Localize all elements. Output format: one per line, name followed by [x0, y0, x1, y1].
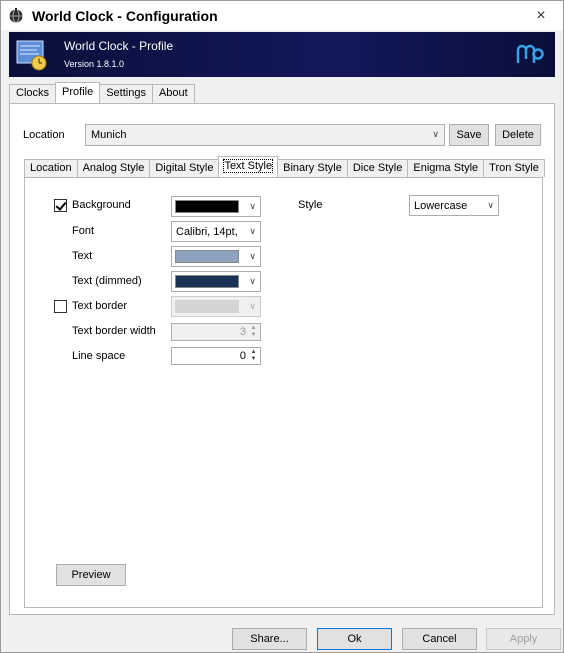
- text-border-color-swatch: [175, 300, 239, 313]
- subtab-tron-style[interactable]: Tron Style: [483, 159, 545, 177]
- main-tab-strip: Clocks Profile Settings About: [9, 82, 195, 103]
- save-button[interactable]: Save: [449, 124, 489, 146]
- banner-title: World Clock - Profile: [64, 39, 174, 53]
- chevron-down-icon: ∨: [432, 129, 439, 139]
- line-space-spinner[interactable]: 0 ▲ ▼: [171, 347, 261, 365]
- text-dimmed-label: Text (dimmed): [72, 275, 142, 287]
- subtab-binary-style[interactable]: Binary Style: [277, 159, 348, 177]
- text-dimmed-color-swatch: [175, 275, 239, 288]
- spinner-arrows-icon[interactable]: ▲ ▼: [248, 349, 259, 363]
- window-title: World Clock - Configuration: [32, 7, 218, 24]
- tab-about[interactable]: About: [151, 84, 195, 103]
- preview-button[interactable]: Preview: [56, 564, 126, 586]
- tab-settings[interactable]: Settings: [99, 84, 153, 103]
- cancel-button[interactable]: Cancel: [402, 628, 477, 650]
- style-tab-strip: Location Analog Style Digital Style Text…: [24, 156, 545, 177]
- profile-panel: Location Munich ∨ Save Delete Location A…: [9, 103, 555, 615]
- chevron-down-icon: ∨: [487, 200, 494, 210]
- background-color-swatch: [175, 200, 239, 213]
- background-color-select[interactable]: ∨: [171, 196, 261, 217]
- spinner-arrows-icon[interactable]: ▲ ▼: [248, 325, 259, 339]
- location-select[interactable]: Munich ∨: [85, 124, 445, 146]
- delete-button[interactable]: Delete: [495, 124, 541, 146]
- text-border-width-value: 3: [239, 326, 246, 338]
- text-label: Text: [72, 250, 93, 262]
- tab-profile[interactable]: Profile: [55, 82, 101, 103]
- text-border-width-spinner[interactable]: 3 ▲ ▼: [171, 323, 261, 341]
- location-label: Location: [23, 129, 65, 141]
- title-bar: World Clock - Configuration ×: [1, 1, 563, 30]
- tab-clocks[interactable]: Clocks: [9, 84, 57, 103]
- chevron-down-icon: ∨: [249, 226, 256, 236]
- font-label: Font: [72, 225, 95, 237]
- style-select[interactable]: Lowercase ∨: [409, 195, 499, 216]
- subtab-digital-style[interactable]: Digital Style: [149, 159, 220, 177]
- subtab-analog-style[interactable]: Analog Style: [76, 159, 151, 177]
- text-border-label: Text border: [72, 300, 128, 312]
- subtab-dice-style[interactable]: Dice Style: [346, 159, 409, 177]
- text-color-swatch: [175, 250, 239, 263]
- mp-logo-icon: [516, 44, 544, 63]
- chevron-down-icon: ∨: [249, 276, 256, 286]
- text-color-select[interactable]: ∨: [171, 246, 261, 267]
- close-icon[interactable]: ×: [519, 1, 563, 30]
- subtab-text-style[interactable]: Text Style: [218, 156, 279, 177]
- text-border-color-select[interactable]: ∨: [171, 296, 261, 317]
- world-clock-app-icon: [9, 7, 23, 23]
- chevron-down-icon: ∨: [249, 301, 256, 311]
- style-label: Style: [298, 199, 323, 211]
- font-select[interactable]: Calibri, 14pt, ∨: [171, 221, 261, 242]
- banner-version: Version 1.8.1.0: [64, 59, 125, 69]
- ok-button[interactable]: Ok: [317, 628, 392, 650]
- profile-banner: World Clock - Profile Version 1.8.1.0: [9, 32, 555, 77]
- chevron-down-icon: ∨: [249, 251, 256, 261]
- line-space-value: 0: [239, 350, 246, 362]
- font-value: Calibri, 14pt,: [176, 226, 238, 238]
- profile-clock-icon: [16, 40, 47, 71]
- subtab-location[interactable]: Location: [24, 159, 78, 177]
- background-label: Background: [72, 199, 131, 211]
- text-style-panel: Background ∨ Style Lowercase ∨ Font Cali…: [24, 177, 543, 608]
- subtab-enigma-style[interactable]: Enigma Style: [407, 159, 485, 177]
- share-button[interactable]: Share...: [232, 628, 307, 650]
- text-dimmed-color-select[interactable]: ∨: [171, 271, 261, 292]
- text-border-checkbox[interactable]: [54, 300, 67, 313]
- chevron-down-icon: ∨: [249, 201, 256, 211]
- configuration-window: World Clock - Configuration × World Cloc…: [0, 0, 564, 653]
- line-space-label: Line space: [72, 350, 126, 362]
- background-checkbox[interactable]: [54, 199, 67, 212]
- apply-button[interactable]: Apply: [486, 628, 561, 650]
- text-border-width-label: Text border width: [72, 325, 156, 337]
- style-value: Lowercase: [414, 200, 468, 212]
- location-value: Munich: [91, 129, 127, 141]
